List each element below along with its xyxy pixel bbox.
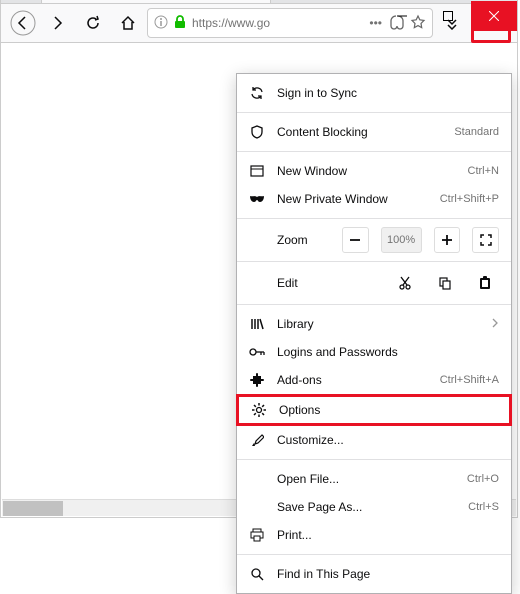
cut-button[interactable] [391,270,419,296]
menu-label: Content Blocking [277,125,442,139]
menu-status: Standard [454,126,499,138]
menu-find[interactable]: Find in This Page [237,560,511,588]
paste-button[interactable] [471,270,499,296]
fullscreen-button[interactable] [472,227,499,253]
menu-save-page[interactable]: Save Page As... Ctrl+S [237,493,511,521]
zoom-out-button[interactable] [342,227,369,253]
copy-button[interactable] [431,270,459,296]
new-tab-button[interactable] [271,0,301,3]
print-icon [249,528,265,542]
back-button[interactable] [7,7,39,39]
puzzle-icon [249,373,265,387]
menu-label: New Window [277,164,456,178]
menu-label: Find in This Page [277,567,499,581]
menu-addons[interactable]: Add-ons Ctrl+Shift+A [237,366,511,394]
menu-label: Sign in to Sync [277,86,499,100]
edit-label: Edit [277,276,379,290]
menu-label: Options [279,403,497,417]
menu-shortcut: Ctrl+Shift+A [440,374,499,386]
forward-button[interactable] [42,7,74,39]
menu-zoom-row: Zoom 100% [237,224,511,256]
lock-icon [174,15,186,32]
zoom-percent[interactable]: 100% [381,227,422,253]
search-icon [249,567,265,581]
menu-edit-row: Edit [237,267,511,299]
menu-open-file[interactable]: Open File... Ctrl+O [237,465,511,493]
paintbrush-icon [249,433,265,447]
menu-label: Save Page As... [277,500,456,514]
mask-icon [249,194,265,204]
home-button[interactable] [112,7,144,39]
minimize-button[interactable] [379,1,425,31]
menu-print[interactable]: Print... [237,521,511,549]
app-menu: Sign in to Sync Content Blocking Standar… [236,73,512,594]
chevron-right-icon [491,318,499,331]
sync-icon [249,86,265,100]
gear-icon [251,403,267,417]
options-highlight: Options [236,394,512,426]
menu-new-window[interactable]: New Window Ctrl+N [237,157,511,185]
maximize-button[interactable] [425,1,471,31]
key-icon [249,347,265,357]
menu-label: Open File... [277,472,455,486]
menu-library[interactable]: Library [237,310,511,338]
menu-label: Print... [277,528,499,542]
menu-logins[interactable]: Logins and Passwords [237,338,511,366]
menu-label: Add-ons [277,373,428,387]
menu-label: New Private Window [277,192,428,206]
zoom-in-button[interactable] [434,227,461,253]
browser-tab[interactable]: Google [41,0,271,3]
info-icon[interactable] [154,15,168,32]
close-window-button[interactable] [471,1,517,31]
menu-new-private-window[interactable]: New Private Window Ctrl+Shift+P [237,185,511,213]
menu-content-blocking[interactable]: Content Blocking Standard [237,118,511,146]
menu-sync[interactable]: Sign in to Sync [237,79,511,107]
menu-shortcut: Ctrl+N [468,165,499,177]
menu-label: Customize... [277,433,499,447]
shield-icon [249,125,265,139]
menu-options[interactable]: Options [239,397,509,423]
menu-shortcut: Ctrl+Shift+P [440,193,499,205]
menu-label: Logins and Passwords [277,345,499,359]
window-icon [249,164,265,178]
zoom-label: Zoom [277,233,330,247]
menu-shortcut: Ctrl+O [467,473,499,485]
library-icon [249,317,265,331]
menu-shortcut: Ctrl+S [468,501,499,513]
menu-customize[interactable]: Customize... [237,426,511,454]
menu-label: Library [277,317,479,331]
reload-button[interactable] [77,7,109,39]
url-text: https://www.go [192,16,363,30]
